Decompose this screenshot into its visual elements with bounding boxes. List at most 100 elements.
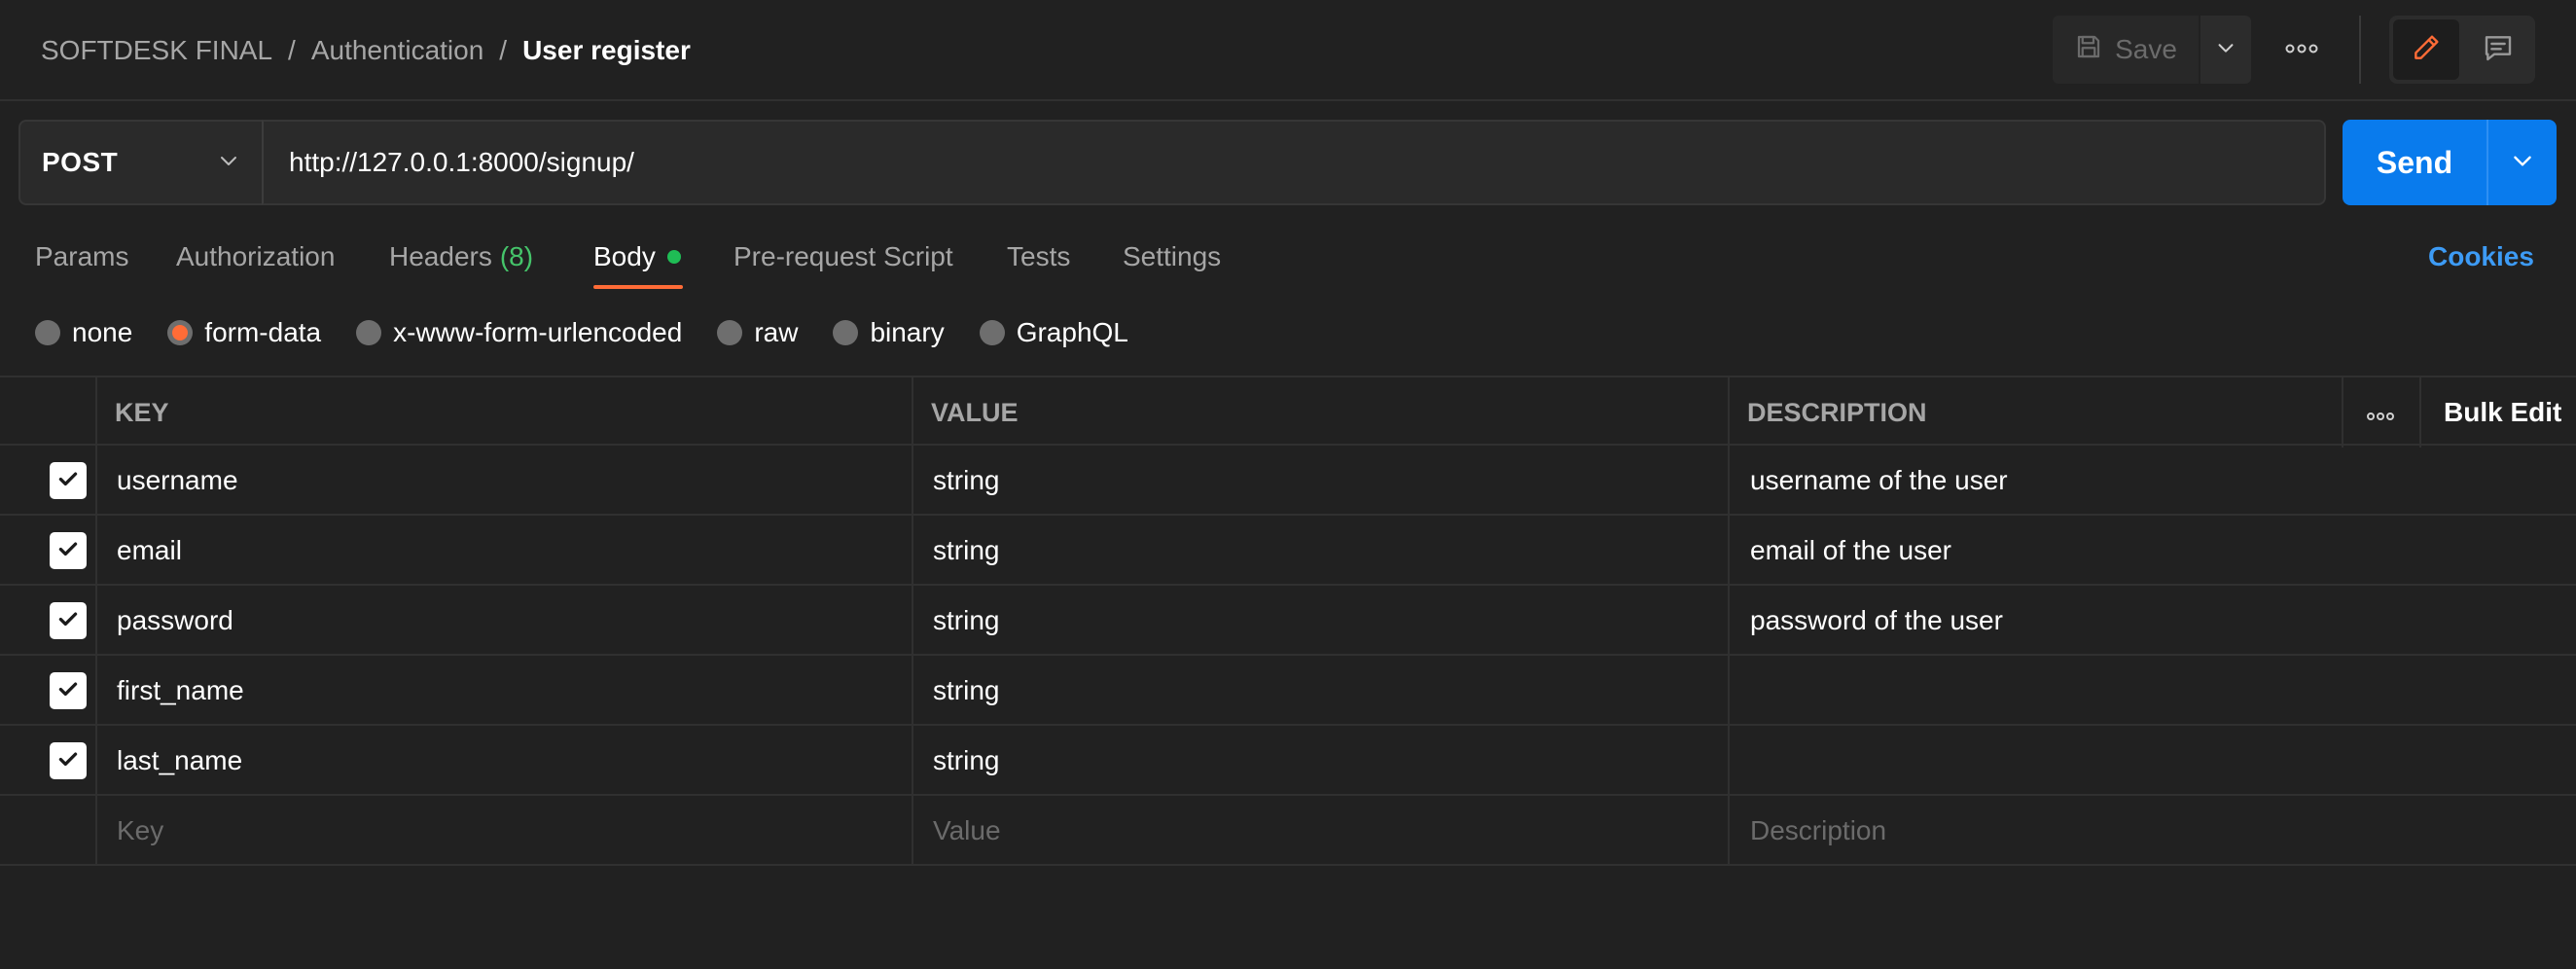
radio-label: raw xyxy=(754,317,799,347)
key-cell[interactable]: password xyxy=(117,586,895,656)
key-cell[interactable]: first_name xyxy=(117,656,895,726)
view-mode-toggle xyxy=(2389,16,2535,84)
radio-label: form-data xyxy=(204,317,322,347)
radio-button[interactable] xyxy=(356,320,382,345)
checkmark-icon xyxy=(55,746,81,776)
column-divider xyxy=(1728,796,1730,866)
column-divider xyxy=(1728,656,1730,726)
pencil-icon xyxy=(2411,32,2442,68)
radio-button[interactable] xyxy=(979,320,1005,345)
send-button-group: Send xyxy=(2343,120,2557,205)
save-button-group: Save xyxy=(2053,16,2251,84)
toolbar-divider xyxy=(2359,16,2361,84)
body-type-x-www-form-urlencoded[interactable]: x-www-form-urlencoded xyxy=(356,317,682,348)
more-actions-button[interactable] xyxy=(2276,27,2327,74)
edit-mode-button[interactable] xyxy=(2393,19,2459,80)
chevron-down-icon xyxy=(217,149,240,177)
save-button[interactable]: Save xyxy=(2053,16,2199,84)
new-value-input[interactable] xyxy=(933,796,1711,866)
body-modified-indicator xyxy=(666,250,681,264)
key-cell[interactable]: email xyxy=(117,516,895,586)
active-tab-indicator xyxy=(593,285,683,289)
breadcrumb-collection[interactable]: SOFTDESK FINAL xyxy=(41,35,272,66)
url-input[interactable]: http://127.0.0.1:8000/signup/ xyxy=(262,120,2326,205)
table-more-options-button[interactable] xyxy=(2342,377,2419,448)
row-enabled-checkbox[interactable] xyxy=(50,672,87,709)
column-divider xyxy=(95,586,97,656)
column-divider xyxy=(95,516,97,586)
column-header-key: KEY xyxy=(115,397,169,427)
body-type-selector: none form-data x-www-form-urlencoded raw… xyxy=(35,313,1163,352)
tab-authorization[interactable]: Authorization xyxy=(176,237,335,276)
description-cell[interactable]: username of the user xyxy=(1750,446,2548,516)
description-cell[interactable]: email of the user xyxy=(1750,516,2548,586)
radio-button[interactable] xyxy=(833,320,859,345)
body-type-form-data[interactable]: form-data xyxy=(167,317,321,348)
http-method-label: POST xyxy=(42,147,119,177)
http-method-select[interactable]: POST xyxy=(18,120,264,205)
column-divider xyxy=(1728,377,1730,448)
breadcrumb-request-name[interactable]: User register xyxy=(522,35,691,66)
description-cell[interactable] xyxy=(1750,726,2548,796)
tab-tests[interactable]: Tests xyxy=(1007,237,1070,276)
chevron-down-icon xyxy=(2215,37,2236,63)
tab-body[interactable]: Body xyxy=(593,237,681,276)
new-key-input[interactable] xyxy=(117,796,895,866)
tab-label: Pre-request Script xyxy=(733,241,953,271)
tab-params[interactable]: Params xyxy=(35,237,128,276)
column-divider xyxy=(912,377,913,448)
url-input-value: http://127.0.0.1:8000/signup/ xyxy=(289,147,634,177)
column-divider xyxy=(912,586,913,656)
description-cell[interactable] xyxy=(1750,656,2548,726)
tab-headers[interactable]: Headers (8) xyxy=(389,237,533,276)
cookies-link[interactable]: Cookies xyxy=(2428,237,2534,276)
form-data-table: KEY VALUE DESCRIPTION Bulk Edit username… xyxy=(0,376,2576,866)
key-cell[interactable]: username xyxy=(117,446,895,516)
row-enabled-checkbox[interactable] xyxy=(50,602,87,639)
row-enabled-checkbox[interactable] xyxy=(50,462,87,499)
headers-count-badge: (8) xyxy=(499,241,534,271)
table-row: last_name string xyxy=(0,726,2576,796)
description-cell[interactable]: password of the user xyxy=(1750,586,2548,656)
tab-label: Body xyxy=(593,241,656,271)
send-options-dropdown[interactable] xyxy=(2487,120,2557,205)
send-button[interactable]: Send xyxy=(2343,120,2487,205)
radio-label: x-www-form-urlencoded xyxy=(393,317,683,347)
body-type-raw[interactable]: raw xyxy=(717,317,798,348)
value-cell[interactable]: string xyxy=(933,726,1711,796)
key-cell[interactable]: last_name xyxy=(117,726,895,796)
row-enabled-checkbox[interactable] xyxy=(50,742,87,779)
column-divider xyxy=(95,726,97,796)
column-divider xyxy=(1728,516,1730,586)
comments-mode-button[interactable] xyxy=(2465,19,2531,80)
column-divider xyxy=(95,446,97,516)
tab-label: Params xyxy=(35,241,129,271)
body-type-none[interactable]: none xyxy=(35,317,132,348)
new-description-input[interactable] xyxy=(1750,796,2548,866)
row-enabled-checkbox[interactable] xyxy=(50,532,87,569)
body-type-binary[interactable]: binary xyxy=(833,317,945,348)
value-cell[interactable]: string xyxy=(933,656,1711,726)
checkmark-icon xyxy=(55,466,81,496)
column-divider xyxy=(1728,586,1730,656)
radio-button[interactable] xyxy=(717,320,743,345)
value-cell[interactable]: string xyxy=(933,446,1711,516)
radio-label: GraphQL xyxy=(1016,317,1128,347)
value-cell[interactable]: string xyxy=(933,586,1711,656)
bulk-edit-button[interactable]: Bulk Edit xyxy=(2444,377,2561,448)
value-cell[interactable]: string xyxy=(933,516,1711,586)
body-type-graphql[interactable]: GraphQL xyxy=(979,317,1128,348)
tab-settings[interactable]: Settings xyxy=(1123,237,1221,276)
breadcrumb: SOFTDESK FINAL / Authentication / User r… xyxy=(41,31,691,70)
table-header-row: KEY VALUE DESCRIPTION Bulk Edit xyxy=(0,376,2576,448)
breadcrumb-folder[interactable]: Authentication xyxy=(311,35,483,66)
radio-button-selected[interactable] xyxy=(167,320,194,345)
column-divider xyxy=(912,516,913,586)
column-divider xyxy=(912,796,913,866)
save-options-dropdown[interactable] xyxy=(2199,16,2251,84)
radio-button[interactable] xyxy=(35,320,60,345)
more-horizontal-icon xyxy=(2285,42,2318,59)
checkmark-icon xyxy=(55,676,81,706)
tab-pre-request-script[interactable]: Pre-request Script xyxy=(733,237,953,276)
column-divider xyxy=(912,726,913,796)
